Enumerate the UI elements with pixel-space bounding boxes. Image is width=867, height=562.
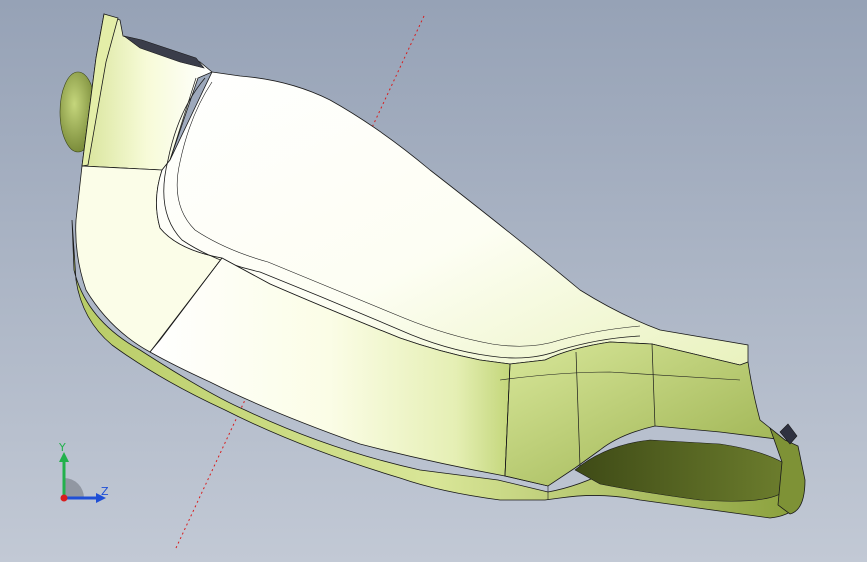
- graphics-viewport[interactable]: Y Z: [0, 0, 867, 562]
- y-axis-label: Y: [59, 441, 66, 454]
- z-axis-label: Z: [101, 485, 109, 498]
- x-axis-dot: [60, 494, 68, 502]
- triad-quadrant: [64, 478, 84, 498]
- part-model[interactable]: [0, 0, 867, 562]
- coordinate-triad: Y Z: [50, 440, 120, 510]
